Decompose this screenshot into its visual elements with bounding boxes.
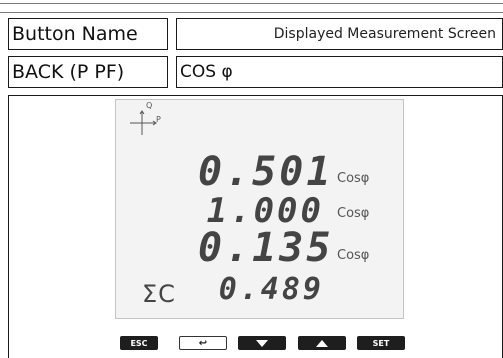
row-screen-name-text: COS φ	[180, 62, 233, 82]
axis-label-p: P	[156, 115, 161, 124]
header-button-name: Button Name	[8, 18, 168, 50]
header-rule	[0, 12, 503, 13]
esc-button[interactable]: ESC	[120, 336, 158, 350]
down-arrow-icon	[256, 339, 268, 347]
top-rule	[0, 3, 503, 4]
axis-label-q: Q	[146, 101, 153, 110]
back-button[interactable]: ↩	[179, 336, 227, 350]
cosphi-line-1-unit: Cosφ	[337, 171, 370, 186]
row-screen-name: COS φ	[176, 56, 503, 88]
header-button-name-text: Button Name	[12, 23, 138, 45]
esc-button-label: ESC	[130, 338, 148, 348]
front-panel-keys: ESC ↩ SET	[120, 336, 405, 350]
cosphi-line-2-unit: Cosφ	[337, 206, 370, 221]
lcd-display: Q P 0.501 Cosφ 1.000 Cosφ 0.135 Cosφ ΣC …	[115, 99, 404, 319]
header-displayed-screen: Displayed Measurement Screen	[176, 18, 503, 50]
total-label: ΣC	[142, 280, 176, 308]
set-button-label: SET	[372, 338, 390, 348]
set-button[interactable]: SET	[357, 336, 405, 350]
cosphi-line-1-value: 0.501	[198, 149, 334, 195]
header-displayed-screen-text: Displayed Measurement Screen	[273, 26, 496, 42]
cosphi-line-3-unit: Cosφ	[337, 248, 370, 263]
cosphi-line-3-value: 0.135	[198, 225, 334, 271]
down-button[interactable]	[238, 336, 286, 350]
up-arrow-icon	[316, 339, 328, 347]
back-arrow-icon: ↩	[198, 337, 208, 349]
up-button[interactable]	[298, 336, 346, 350]
row-button-name-text: BACK (P PF)	[12, 61, 125, 83]
pq-axes-icon	[130, 110, 157, 135]
cosphi-line-2-value: 1.000	[206, 191, 324, 231]
total-value: 0.489	[218, 272, 324, 307]
row-button-name: BACK (P PF)	[8, 56, 168, 88]
